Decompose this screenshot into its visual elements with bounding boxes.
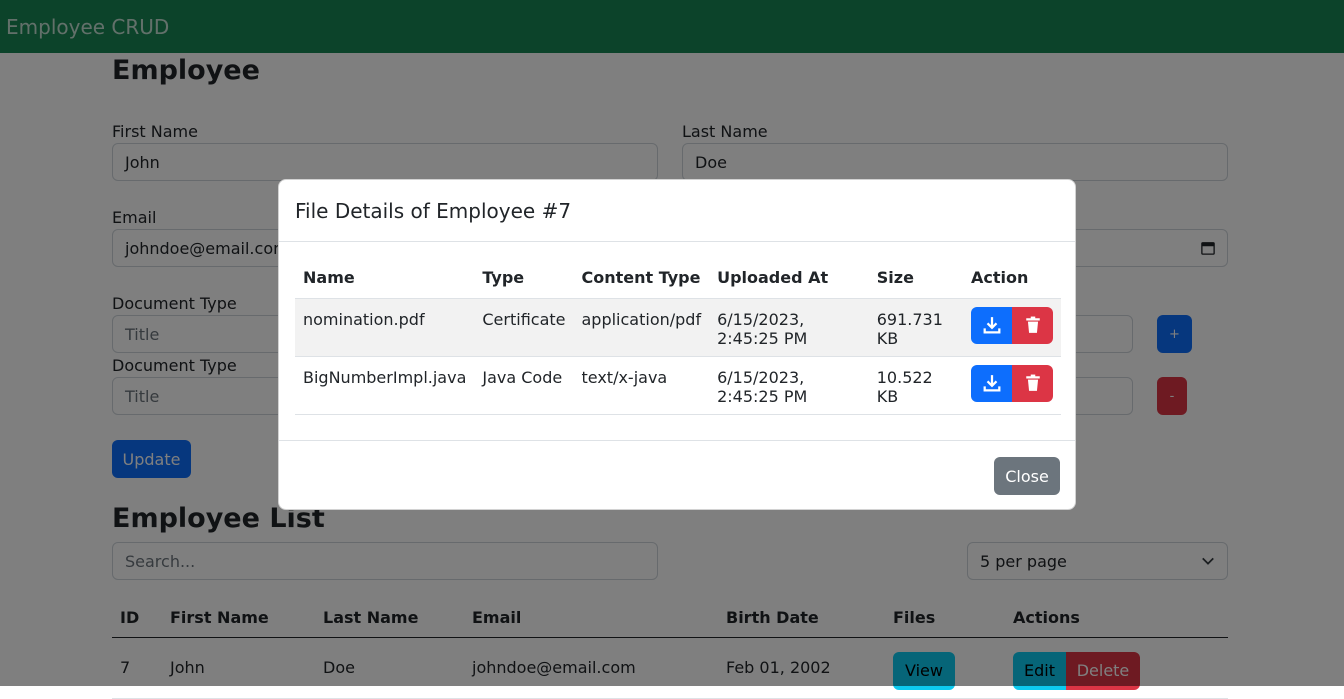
- download-file-button[interactable]: [971, 306, 1012, 344]
- file-column-header: Content Type: [573, 258, 710, 299]
- modal-header: File Details of Employee #7: [279, 180, 1075, 242]
- file-size: 691.731 KB: [868, 298, 963, 357]
- file-content-type: text/x-java: [573, 356, 710, 415]
- file-name: nomination.pdf: [295, 298, 475, 357]
- close-button[interactable]: Close: [994, 457, 1060, 495]
- download-icon: [983, 317, 1000, 334]
- file-actions: [963, 298, 1061, 357]
- file-type: Java Code: [474, 356, 574, 415]
- download-file-button[interactable]: [971, 364, 1012, 402]
- modal-footer: Close: [279, 440, 1075, 510]
- file-table: Name Type Content Type Uploaded At Size …: [295, 258, 1061, 415]
- file-uploaded-at: 6/15/2023, 2:45:25 PM: [709, 356, 869, 415]
- modal-title: File Details of Employee #7: [295, 198, 572, 223]
- file-column-header: Action: [963, 258, 1061, 299]
- delete-file-button[interactable]: [1012, 306, 1053, 344]
- file-actions: [963, 356, 1061, 415]
- trash-icon: [1025, 316, 1040, 333]
- file-size: 10.522 KB: [868, 356, 963, 415]
- file-row: BigNumberImpl.java Java Code text/x-java…: [295, 356, 1061, 415]
- file-uploaded-at: 6/15/2023, 2:45:25 PM: [709, 298, 869, 357]
- trash-icon: [1025, 374, 1040, 391]
- download-icon: [983, 375, 1000, 392]
- file-action-group: [971, 306, 1053, 344]
- file-action-group: [971, 364, 1053, 402]
- file-details-modal: File Details of Employee #7 Name Type Co…: [278, 179, 1076, 510]
- file-row: nomination.pdf Certificate application/p…: [295, 298, 1061, 357]
- file-content-type: application/pdf: [573, 298, 710, 357]
- file-column-header: Size: [868, 258, 963, 299]
- file-column-header: Type: [474, 258, 574, 299]
- file-column-header: Uploaded At: [709, 258, 869, 299]
- file-name: BigNumberImpl.java: [295, 356, 475, 415]
- file-column-header: Name: [295, 258, 475, 299]
- delete-file-button[interactable]: [1012, 364, 1053, 402]
- modal-body: Name Type Content Type Uploaded At Size …: [295, 258, 1061, 415]
- file-type: Certificate: [474, 298, 574, 357]
